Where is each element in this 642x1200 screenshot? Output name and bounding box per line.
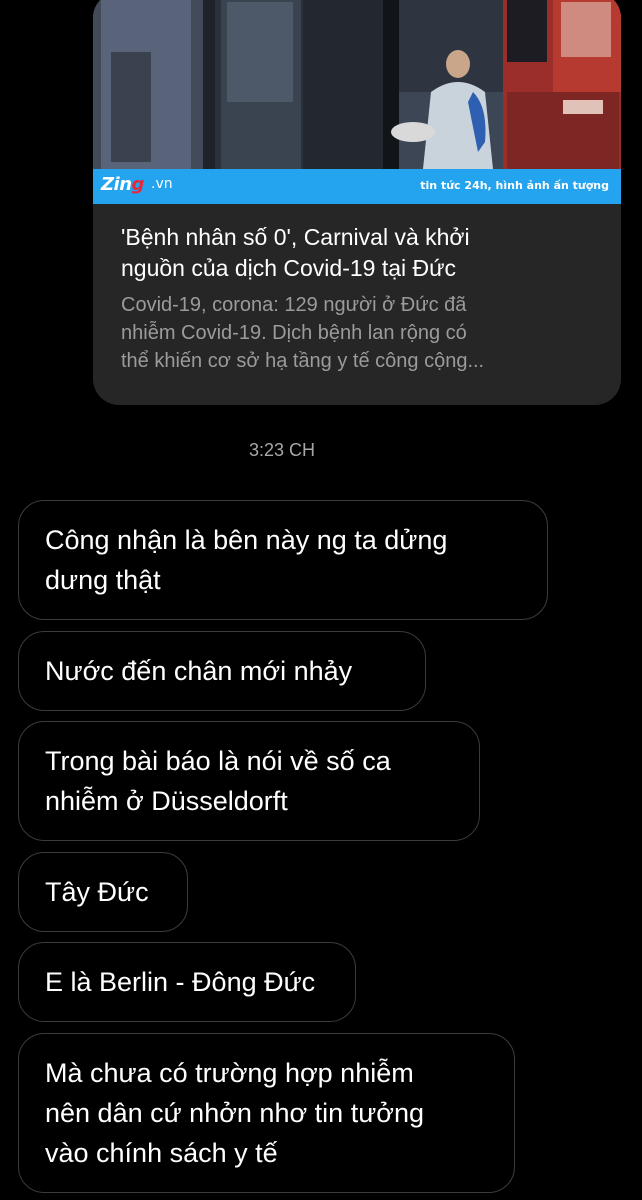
message-bubble[interactable]: E là Berlin - Đông Đức (18, 942, 356, 1022)
message-bubble[interactable]: Trong bài báo là nói về số ca nhiễm ở Dü… (18, 721, 480, 841)
message-bubble[interactable]: Tây Đức (18, 852, 188, 932)
message-text-line: nhiễm ở Düsseldorft (45, 786, 288, 816)
message-text-line: Trong bài báo là nói về số ca (45, 746, 391, 776)
article-description-line: nhiễm Covid-19. Dịch bệnh lan rộng có (121, 322, 467, 344)
article-title-line: nguồn của dịch Covid-19 tại Đức (121, 255, 457, 281)
article-title: 'Bệnh nhân số 0', Carnival và khởi nguồn… (121, 222, 611, 284)
message-text-line: E là Berlin - Đông Đức (45, 967, 316, 997)
source-tagline: tin tức 24h, hình ảnh ấn tượng (420, 179, 609, 192)
link-preview-card[interactable]: Zing .vn tin tức 24h, hình ảnh ấn tượng … (93, 0, 621, 405)
zing-domain: .vn (151, 176, 173, 192)
article-thumbnail-image (93, 0, 621, 169)
message-text-line: nên dân cứ nhởn nhơ tin tưởng (45, 1098, 425, 1128)
message-text-line: dưng thật (45, 565, 161, 595)
article-description-line: thể khiến cơ sở hạ tầng y tế công cộng..… (121, 350, 485, 372)
message-bubble[interactable]: Nước đến chân mới nhảy (18, 631, 426, 711)
message-text-line: Nước đến chân mới nhảy (45, 656, 353, 686)
message-bubble[interactable]: Công nhận là bên này ng ta dửng dưng thậ… (18, 500, 548, 620)
message-text-line: Mà chưa có trường hợp nhiễm (45, 1058, 414, 1088)
article-description: Covid-19, corona: 129 người ở Đức đã nhi… (121, 291, 611, 375)
message-text-line: Tây Đức (45, 877, 149, 907)
news-source-banner: Zing .vn tin tức 24h, hình ảnh ấn tượng (93, 169, 621, 204)
message-text-line: Công nhận là bên này ng ta dửng (45, 525, 448, 555)
article-description-line: Covid-19, corona: 129 người ở Đức đã (121, 294, 467, 316)
message-bubble[interactable]: Mà chưa có trường hợp nhiễm nên dân cứ n… (18, 1033, 515, 1193)
article-title-line: 'Bệnh nhân số 0', Carnival và khởi (121, 224, 470, 250)
zing-logo: Zing (101, 174, 144, 195)
message-timestamp: 3:23 CH (248, 440, 316, 460)
message-text-line: vào chính sách y tế (45, 1138, 278, 1168)
